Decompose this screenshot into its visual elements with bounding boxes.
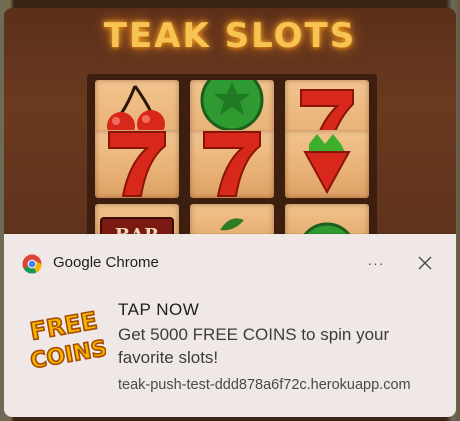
more-options-button[interactable]: ··· bbox=[364, 251, 388, 275]
reel-cell-strawberry bbox=[285, 130, 369, 198]
promo-image[interactable]: TEAK SLOTS bbox=[4, 8, 456, 248]
close-icon bbox=[418, 256, 432, 270]
promo-title: TEAK SLOTS bbox=[103, 16, 357, 56]
free-coins-banner: FREE COINS bbox=[26, 302, 110, 376]
close-button[interactable] bbox=[414, 252, 436, 274]
reel-cell-seven-3 bbox=[190, 130, 274, 198]
strawberry-icon bbox=[303, 134, 351, 195]
notification-title: TAP NOW bbox=[118, 300, 200, 319]
reel-cell-seven-2 bbox=[95, 130, 179, 198]
seven-icon bbox=[203, 131, 261, 197]
notification-body: Get 5000 FREE COINS to spin your favorit… bbox=[118, 325, 390, 367]
seven-icon bbox=[108, 131, 166, 197]
chrome-icon bbox=[22, 254, 42, 274]
notification-card[interactable]: Google Chrome ··· FREE COINS TAP NOW Get… bbox=[4, 234, 456, 417]
notification-source: teak-push-test-ddd878a6f72c.herokuapp.co… bbox=[118, 377, 411, 393]
app-name: Google Chrome bbox=[53, 254, 159, 271]
more-options-icon: ··· bbox=[367, 255, 385, 271]
